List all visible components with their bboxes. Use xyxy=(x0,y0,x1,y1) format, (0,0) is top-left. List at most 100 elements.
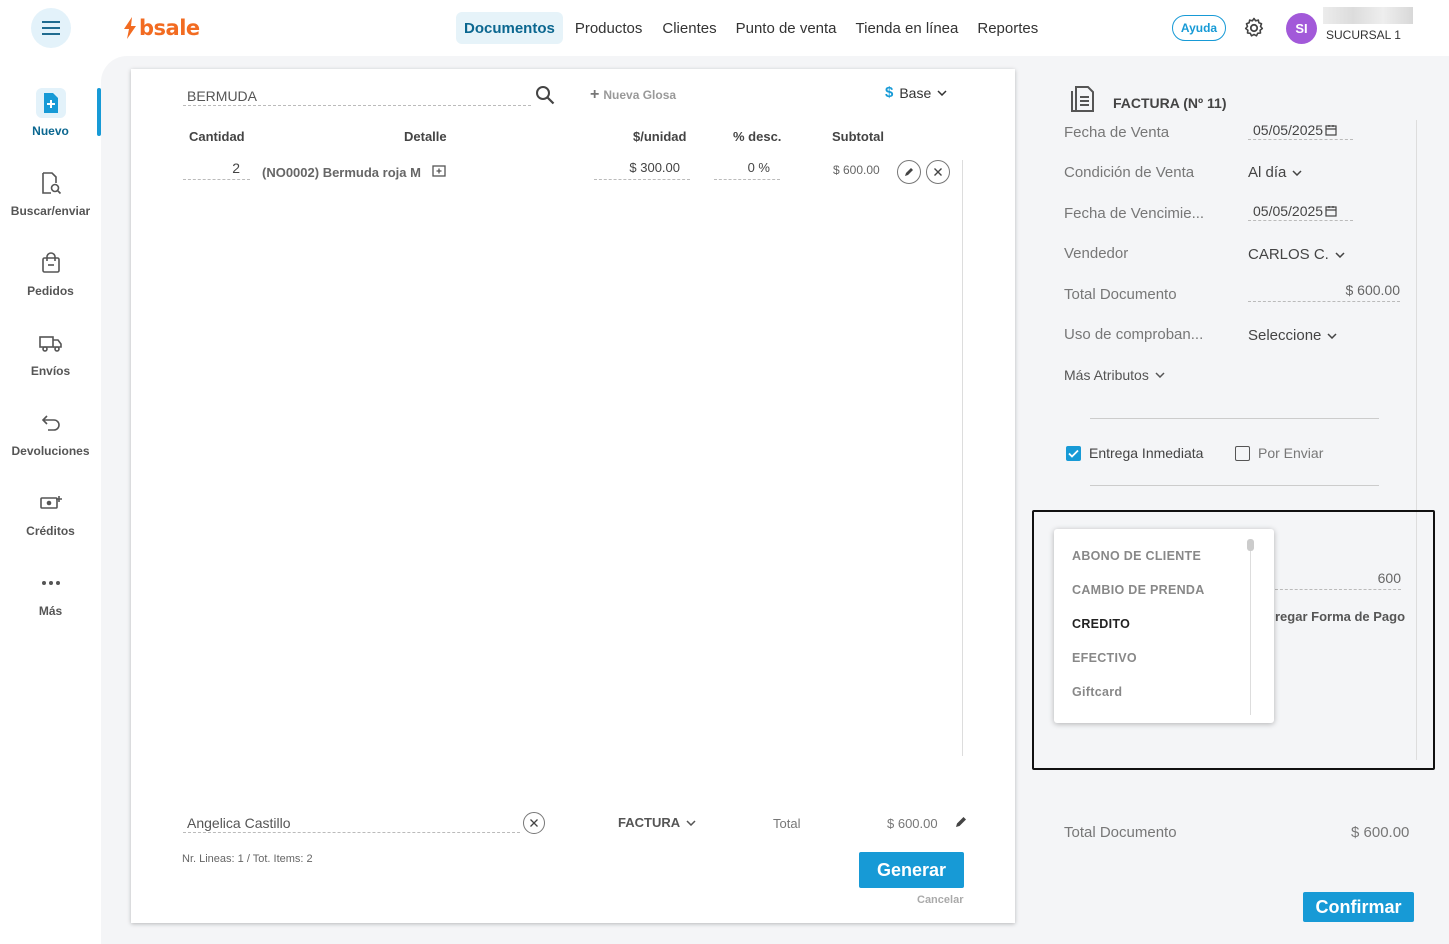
sidebar-item-buscar[interactable]: Buscar/enviar xyxy=(0,168,101,218)
plus-icon: + xyxy=(590,86,600,103)
sidebar-item-label: Créditos xyxy=(26,524,75,538)
settings-button[interactable] xyxy=(1242,16,1266,40)
comment-add-icon xyxy=(432,165,446,177)
col-unidad: $/unidad xyxy=(633,129,687,144)
chevron-down-icon xyxy=(1155,372,1165,378)
search-value: BERMUDA xyxy=(187,88,258,104)
cancel-link[interactable]: Cancelar xyxy=(917,894,963,906)
total-document-label: Total Documento xyxy=(1064,824,1177,841)
field-label-vencimiento: Fecha de Vencimie... xyxy=(1064,205,1205,222)
sale-condition-value: Al día xyxy=(1248,164,1287,181)
seller-select[interactable]: CARLOS C. xyxy=(1248,246,1345,263)
main-nav: Documentos Productos Clientes Punto de v… xyxy=(456,12,1046,44)
sidebar-item-label: Buscar/enviar xyxy=(10,204,91,218)
bsale-logo[interactable]: bsale xyxy=(123,16,200,40)
discount-input[interactable]: 0 % xyxy=(714,160,780,180)
calendar-icon xyxy=(1325,124,1337,136)
nav-punto-de-venta[interactable]: Punto de venta xyxy=(728,12,845,44)
col-detalle: Detalle xyxy=(404,129,447,144)
col-descuento: % desc. xyxy=(733,129,782,144)
edit-total-button[interactable] xyxy=(954,815,968,834)
immediate-delivery-label: Entrega Inmediata xyxy=(1089,445,1204,461)
due-date-input[interactable]: 05/05/2025 xyxy=(1248,201,1353,221)
dollar-icon: $ xyxy=(885,84,894,101)
sale-condition-select[interactable]: Al día xyxy=(1248,164,1302,181)
voucher-use-select[interactable]: Seleccione xyxy=(1248,327,1337,344)
avatar[interactable]: SI xyxy=(1286,13,1317,44)
branch-label[interactable]: SUCURSAL 1 xyxy=(1326,28,1401,42)
sidebar-item-creditos[interactable]: Créditos xyxy=(0,488,101,538)
immediate-delivery-checkbox[interactable]: Entrega Inmediata xyxy=(1066,445,1203,461)
sidebar-item-pedidos[interactable]: Pedidos xyxy=(0,248,101,298)
nav-reportes[interactable]: Reportes xyxy=(969,12,1046,44)
nav-tienda-en-linea[interactable]: Tienda en línea xyxy=(848,12,967,44)
doc-type-label: FACTURA xyxy=(618,815,681,830)
scroll-divider xyxy=(962,160,963,756)
confirm-button[interactable]: Confirmar xyxy=(1303,892,1414,922)
menu-button[interactable] xyxy=(31,8,71,48)
search-button[interactable] xyxy=(534,84,556,111)
bolt-icon xyxy=(124,17,136,39)
more-attributes-toggle[interactable]: Más Atributos xyxy=(1064,367,1165,383)
nav-clientes[interactable]: Clientes xyxy=(654,12,724,44)
total-label: Total xyxy=(773,816,801,831)
help-button[interactable]: Ayuda xyxy=(1172,15,1226,41)
qty-input[interactable]: 2 xyxy=(183,160,250,180)
checkbox-empty-icon xyxy=(1235,445,1250,461)
edit-item-button[interactable] xyxy=(897,160,921,184)
sidebar-item-envios[interactable]: Envíos xyxy=(0,328,101,378)
document-summary: Nr. Lineas: 1 / Tot. Items: 2 xyxy=(182,853,313,865)
checkbox-checked-icon xyxy=(1066,445,1081,461)
close-icon xyxy=(934,168,942,176)
nav-documentos[interactable]: Documentos xyxy=(456,12,563,44)
voucher-use-value: Seleccione xyxy=(1248,327,1322,344)
chevron-down-icon xyxy=(1327,332,1337,339)
logo-text: bsale xyxy=(139,16,200,40)
money-icon xyxy=(36,488,66,518)
chevron-down-icon xyxy=(686,819,696,826)
doc-type-selector[interactable]: FACTURA xyxy=(618,815,696,830)
new-glosa-label: Nueva Glosa xyxy=(603,88,677,102)
col-cantidad: Cantidad xyxy=(189,129,245,144)
sidebar-item-label: Envíos xyxy=(30,364,71,378)
product-search-input[interactable]: BERMUDA xyxy=(183,84,531,106)
item-subtotal: $ 600.00 xyxy=(833,163,880,177)
panel-title: FACTURA (Nº 11) xyxy=(1113,95,1227,111)
bag-icon xyxy=(36,248,66,278)
new-document-icon xyxy=(35,88,66,118)
item-note-button[interactable] xyxy=(432,165,446,184)
field-label-fecha-venta: Fecha de Venta xyxy=(1064,124,1170,141)
new-glosa-button[interactable]: + Nueva Glosa xyxy=(590,86,676,104)
chevron-down-icon xyxy=(937,89,947,96)
user-name-blurred xyxy=(1323,7,1413,24)
remove-item-button[interactable] xyxy=(926,160,950,184)
sale-date-input[interactable]: 05/05/2025 xyxy=(1248,120,1353,140)
sidebar-item-devoluciones[interactable]: Devoluciones xyxy=(0,408,101,458)
generate-button[interactable]: Generar xyxy=(859,852,964,888)
client-value: Angelica Castillo xyxy=(187,815,291,831)
due-date-value: 05/05/2025 xyxy=(1253,202,1324,219)
more-attributes-label: Más Atributos xyxy=(1064,367,1149,383)
sidebar-item-mas[interactable]: Más xyxy=(0,568,101,618)
to-send-label: Por Enviar xyxy=(1258,445,1324,461)
unit-price-input[interactable]: $ 300.00 xyxy=(594,160,690,180)
clear-client-button[interactable] xyxy=(523,812,545,834)
item-detail: (NO0002) Bermuda roja M xyxy=(262,165,421,180)
price-list-label: Base xyxy=(899,84,932,101)
sidebar-item-nuevo[interactable]: Nuevo xyxy=(0,88,101,138)
chevron-down-icon xyxy=(1292,169,1302,176)
pencil-icon xyxy=(956,817,966,827)
document-card xyxy=(131,69,1015,923)
divider xyxy=(1090,485,1379,486)
return-arrow-icon xyxy=(36,408,66,438)
search-document-icon xyxy=(36,168,66,198)
col-subtotal: Subtotal xyxy=(832,129,884,144)
client-input[interactable]: Angelica Castillo xyxy=(183,813,520,833)
total-value: $ 600.00 xyxy=(887,816,938,831)
to-send-checkbox[interactable]: Por Enviar xyxy=(1235,445,1323,461)
nav-productos[interactable]: Productos xyxy=(567,12,651,44)
sidebar-item-label: Pedidos xyxy=(27,284,74,298)
pencil-icon xyxy=(905,168,913,176)
total-document-value: $ 600.00 xyxy=(1351,824,1410,841)
price-list-selector[interactable]: $ Base xyxy=(885,84,947,101)
